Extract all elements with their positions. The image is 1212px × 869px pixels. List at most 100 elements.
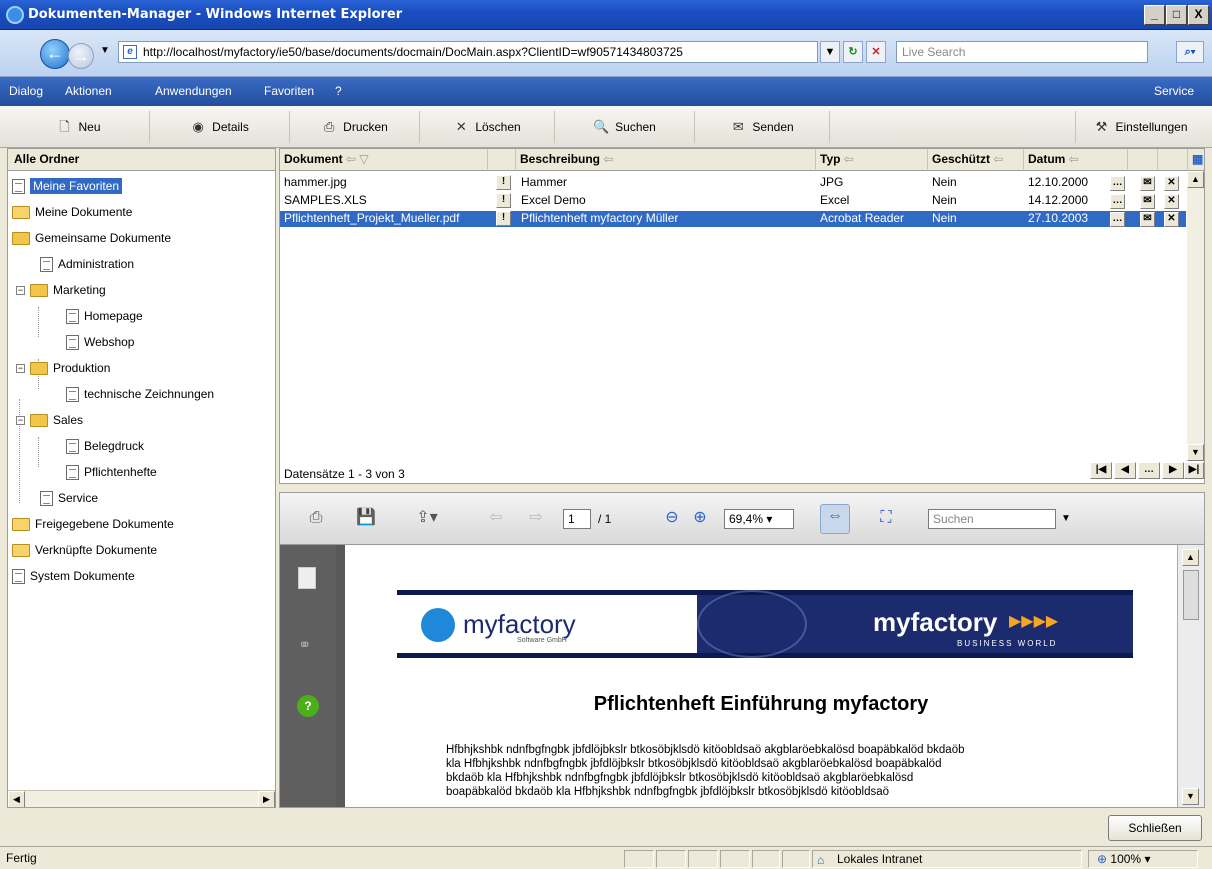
tree-node-sales[interactable]: − Sales xyxy=(16,410,83,430)
pdf-page-input[interactable]: 1 xyxy=(563,509,591,529)
back-button[interactable]: ← xyxy=(40,39,70,69)
collapse-icon[interactable]: − xyxy=(16,415,25,425)
tree-horizontal-scrollbar[interactable]: ◀ ▶ xyxy=(8,790,275,807)
minimize-button[interactable]: _ xyxy=(1144,5,1165,25)
close-window-button[interactable]: X xyxy=(1188,5,1209,25)
menu-anwendungen[interactable]: Anwendungen xyxy=(155,84,232,98)
tree-node-produktion[interactable]: − Produktion xyxy=(16,358,110,378)
tree-node-meine-dokumente[interactable]: Meine Dokumente xyxy=(12,202,132,222)
tree-node-gemeinsame-dokumente[interactable]: Gemeinsame Dokumente xyxy=(12,228,171,248)
tree-node-freigegebene-dokumente[interactable]: Freigegebene Dokumente xyxy=(12,514,174,534)
scroll-up-arrow-icon[interactable]: ▲ xyxy=(1182,549,1199,566)
tree-node-marketing[interactable]: − Marketing xyxy=(16,280,106,300)
tree-node-verknuepfte-dokumente[interactable]: Verknüpfte Dokumente xyxy=(12,540,157,560)
tree-node-service[interactable]: Service xyxy=(40,488,98,508)
new-button[interactable]: 🗋 Neu xyxy=(8,111,150,143)
prev-page-icon[interactable]: ◀ xyxy=(1114,462,1136,479)
menu-help[interactable]: ? xyxy=(335,84,342,98)
more-button[interactable]: … xyxy=(1110,194,1125,209)
window-title-bar[interactable]: Dokumenten-Manager - Windows Internet Ex… xyxy=(0,0,1212,30)
print-button[interactable]: ⎙ Drucken xyxy=(290,111,420,143)
pdf-print-icon[interactable]: ⎙ xyxy=(304,507,328,531)
menu-aktionen[interactable]: Aktionen xyxy=(65,84,112,98)
menu-service[interactable]: Service xyxy=(1154,84,1194,98)
col-header-dokument[interactable]: Dokument ⇦ ▽ xyxy=(280,149,488,171)
attachments-icon[interactable]: ⚭ xyxy=(298,635,311,655)
tree-node-homepage[interactable]: Homepage xyxy=(66,306,143,326)
security-zone[interactable]: ⌂ Lokales Intranet xyxy=(812,850,1082,868)
sort-icon[interactable]: ⇦ xyxy=(844,152,854,166)
scroll-down-arrow-icon[interactable]: ▼ xyxy=(1187,444,1204,461)
collapse-icon[interactable]: − xyxy=(16,363,25,373)
scroll-up-arrow-icon[interactable]: ▲ xyxy=(1187,171,1204,188)
sort-icon[interactable]: ⇦ xyxy=(603,152,613,166)
col-header-datum[interactable]: Datum ⇦ xyxy=(1024,149,1128,171)
settings-button[interactable]: ⚒ Einstellungen xyxy=(1075,111,1205,143)
fit-width-icon[interactable]: ⇔ xyxy=(820,504,850,534)
scroll-thumb[interactable] xyxy=(1183,570,1199,620)
grid-vertical-scrollbar[interactable]: ▲ ▼ xyxy=(1187,171,1204,461)
delete-button[interactable]: ✕ Löschen xyxy=(420,111,555,143)
more-button[interactable]: … xyxy=(1110,176,1125,191)
mail-icon[interactable]: ✉ xyxy=(1140,212,1155,227)
menu-dialog[interactable]: Dialog xyxy=(9,84,43,98)
help-icon[interactable]: ? xyxy=(297,695,319,717)
scroll-right-arrow-icon[interactable]: ▶ xyxy=(258,791,275,807)
table-row-selected[interactable]: Pflichtenheft_Projekt_Mueller.pdf ! Pfli… xyxy=(280,211,1186,227)
tree-node-administration[interactable]: Administration xyxy=(40,254,134,274)
sort-icon[interactable]: ⇦ xyxy=(1069,152,1079,166)
fit-page-icon[interactable]: ⛶ xyxy=(874,507,898,531)
remove-icon[interactable]: ✕ xyxy=(1164,194,1179,209)
flag-icon[interactable]: ! xyxy=(496,193,511,208)
last-page-icon[interactable]: ▶| xyxy=(1184,462,1204,479)
table-row[interactable]: hammer.jpg ! Hammer JPG Nein 12.10.2000 … xyxy=(280,175,1186,191)
pdf-vertical-scrollbar[interactable]: ▲ ▼ xyxy=(1177,545,1204,807)
tree-node-meine-favoriten[interactable]: Meine Favoriten xyxy=(12,176,123,196)
next-page-icon[interactable]: ▶ xyxy=(1162,462,1184,479)
send-button[interactable]: ✉ Senden xyxy=(695,111,830,143)
tree-node-pflichtenhefte[interactable]: Pflichtenhefte xyxy=(66,462,157,482)
close-dialog-button[interactable]: Schließen xyxy=(1108,815,1202,841)
url-dropdown-button[interactable]: ▼ xyxy=(820,41,840,63)
maximize-button[interactable]: □ xyxy=(1166,5,1187,25)
stop-icon[interactable]: ✕ xyxy=(866,41,886,63)
live-search-input[interactable]: Live Search xyxy=(896,41,1148,63)
col-header-beschreibung[interactable]: Beschreibung ⇦ xyxy=(516,149,816,171)
menu-favoriten[interactable]: Favoriten xyxy=(264,84,314,98)
first-page-icon[interactable]: |◀ xyxy=(1090,462,1112,479)
collapse-icon[interactable]: − xyxy=(16,285,25,295)
zoom-out-icon[interactable]: ⊖ xyxy=(660,507,684,531)
mail-icon[interactable]: ✉ xyxy=(1140,176,1155,191)
remove-icon[interactable]: ✕ xyxy=(1164,176,1179,191)
pdf-next-page-icon[interactable]: ⇨ xyxy=(524,507,548,531)
pdf-search-dropdown-icon[interactable]: ▼ xyxy=(1061,513,1071,524)
tree-node-system-dokumente[interactable]: System Dokumente xyxy=(12,566,135,586)
zoom-in-icon[interactable]: ⊕ xyxy=(688,507,712,531)
scroll-left-arrow-icon[interactable]: ◀ xyxy=(8,791,25,807)
grid-options-icon[interactable]: ▦ xyxy=(1188,149,1204,171)
flag-icon[interactable]: ! xyxy=(496,211,511,226)
history-dropdown-icon[interactable]: ▼ xyxy=(100,45,110,56)
col-header-typ[interactable]: Typ ⇦ xyxy=(816,149,928,171)
mail-icon[interactable]: ✉ xyxy=(1140,194,1155,209)
table-row[interactable]: SAMPLES.XLS ! Excel Demo Excel Nein 14.1… xyxy=(280,193,1186,209)
tree-node-technische-zeichnungen[interactable]: technische Zeichnungen xyxy=(66,384,214,404)
pdf-save-icon[interactable]: 💾 xyxy=(354,507,378,531)
tree-node-belegdruck[interactable]: Belegdruck xyxy=(66,436,144,456)
pages-panel-icon[interactable] xyxy=(298,567,316,589)
sort-filter-icon[interactable]: ⇦ ▽ xyxy=(346,152,369,166)
refresh-icon[interactable]: ↻ xyxy=(843,41,863,63)
scroll-down-arrow-icon[interactable]: ▼ xyxy=(1182,788,1199,805)
search-button[interactable]: 🔍 Suchen xyxy=(555,111,695,143)
details-button[interactable]: ◉ Details xyxy=(150,111,290,143)
flag-icon[interactable]: ! xyxy=(496,175,511,190)
page-more-icon[interactable]: … xyxy=(1138,462,1160,479)
pdf-search-input[interactable]: Suchen xyxy=(928,509,1056,529)
remove-icon[interactable]: ✕ xyxy=(1164,212,1179,227)
tree-node-webshop[interactable]: Webshop xyxy=(66,332,134,352)
pdf-prev-page-icon[interactable]: ⇦ xyxy=(484,507,508,531)
col-header-geschuetzt[interactable]: Geschützt ⇦ xyxy=(928,149,1024,171)
zoom-level[interactable]: ⊕ 100% ▾ xyxy=(1088,850,1198,868)
search-go-icon[interactable]: ⌕▾ xyxy=(1176,41,1204,63)
pdf-send-icon[interactable]: ⇪▾ xyxy=(410,507,444,531)
